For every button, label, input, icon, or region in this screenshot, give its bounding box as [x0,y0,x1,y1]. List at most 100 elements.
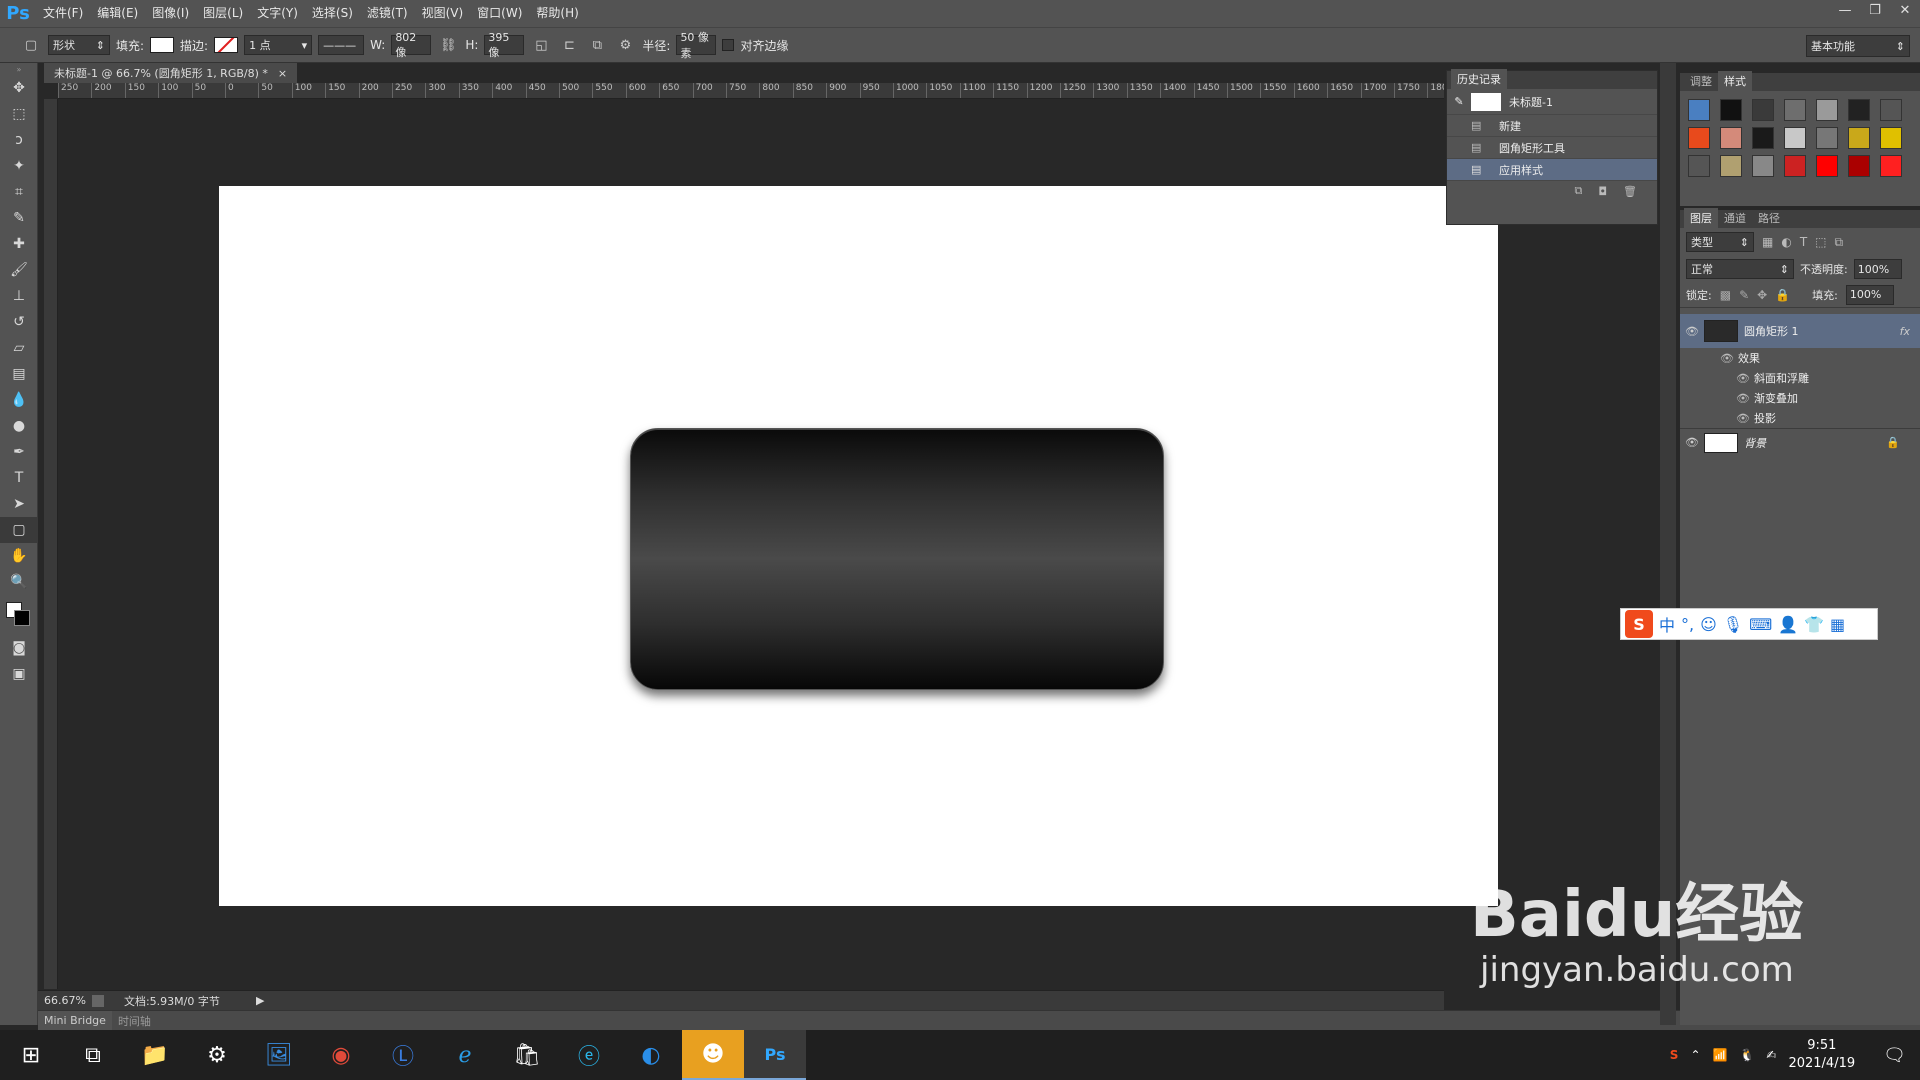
style-swatch[interactable] [1816,99,1838,121]
rounded-rectangle-tool-icon[interactable]: ▢ [0,517,38,543]
chrome-icon[interactable]: ◉ [310,1030,372,1080]
eraser-tool-icon[interactable]: ▱ [0,335,38,361]
sogou-logo-icon[interactable]: S [1625,610,1653,638]
workspace-select[interactable]: 基本功能 ⇕ [1806,35,1910,57]
zoom-tool-icon[interactable]: 🔍 [0,569,38,595]
photoshop-taskbar-icon[interactable]: Ps [744,1030,806,1080]
layer-row-selected[interactable]: 👁 圆角矩形 1 fx [1680,314,1920,348]
style-swatch[interactable] [1880,127,1902,149]
collapse-icon[interactable]: » [0,63,38,75]
effect-eye-icon[interactable]: 👁 [1736,372,1754,385]
emoji-app-icon[interactable]: ☻ [682,1030,744,1080]
hand-tool-icon[interactable]: ✋ [0,543,38,569]
effect-row[interactable]: 👁 投影 [1680,408,1920,428]
style-swatch[interactable] [1720,99,1742,121]
fill-input[interactable]: 100% [1845,284,1894,305]
menu-view[interactable]: 视图(V) [415,0,471,27]
pen-icon[interactable]: ✍ [1766,1048,1776,1062]
type-tool-icon[interactable]: T [0,465,38,491]
style-swatch[interactable] [1688,127,1710,149]
menu-select[interactable]: 选择(S) [305,0,360,27]
chat-app-icon[interactable]: ◐ [620,1030,682,1080]
user-icon[interactable]: 👤 [1778,615,1798,634]
qq-icon[interactable]: 🐧 [1739,1048,1754,1062]
new-document-from-state-icon[interactable]: ⧉ [1574,184,1582,198]
menu-filter[interactable]: 滤镜(T) [360,0,415,27]
path-arrangement-icon[interactable]: ⧉ [586,34,608,56]
browser-l-icon[interactable]: Ⓛ [372,1030,434,1080]
crop-tool-icon[interactable]: ⌗ [0,179,38,205]
path-operations-icon[interactable]: ◱ [530,34,552,56]
close-tab-icon[interactable]: × [278,67,287,80]
path-alignment-icon[interactable]: ⊏ [558,34,580,56]
lasso-tool-icon[interactable]: ↄ [0,127,38,153]
path-selection-tool-icon[interactable]: ➤ [0,491,38,517]
style-swatch[interactable] [1816,155,1838,177]
settings-icon[interactable]: ⚙ [186,1030,248,1080]
document-tab[interactable]: 未标题-1 @ 66.7% (圆角矩形 1, RGB/8) * × [44,63,298,83]
filter-pixel-icon[interactable]: ▦ [1762,235,1773,249]
marquee-tool-icon[interactable]: ⬚ [0,101,38,127]
menu-edit[interactable]: 编辑(E) [90,0,145,27]
gradient-tool-icon[interactable]: ▤ [0,361,38,387]
camera-icon[interactable]: ◘ [1598,185,1607,198]
brush-tool-icon[interactable]: 🖌 [0,257,38,283]
eyedropper-tool-icon[interactable]: ✎ [0,205,38,231]
history-item-selected[interactable]: ▤ 应用样式 [1447,159,1657,181]
style-swatch[interactable] [1848,155,1870,177]
visibility-eye-icon[interactable]: 👁 [1680,325,1704,338]
effects-row[interactable]: 👁 效果 [1680,348,1920,368]
menu-help[interactable]: 帮助(H) [529,0,585,27]
zoom-level[interactable]: 66.67% [38,994,92,1007]
lock-position-icon[interactable]: ✥ [1757,288,1767,302]
fill-swatch[interactable] [150,37,175,53]
tab-styles[interactable]: 样式 [1718,71,1752,91]
pen-tool-icon[interactable]: ✒ [0,439,38,465]
sogou-tray-icon[interactable]: S [1670,1048,1679,1062]
lock-all-icon[interactable]: 🔒 [1775,288,1790,302]
rounded-rectangle-shape[interactable] [630,428,1164,690]
screen-mode-icon[interactable]: ▣ [0,661,38,687]
menu-layer[interactable]: 图层(L) [196,0,250,27]
emoji-icon[interactable]: ☺ [1700,615,1717,634]
opacity-input[interactable]: 100% [1853,259,1902,279]
style-swatch[interactable] [1880,99,1902,121]
height-input[interactable]: 395 像 [484,31,525,59]
internet-explorer-icon[interactable]: ℯ [434,1030,496,1080]
link-icon[interactable]: ⛓ [437,34,459,56]
effect-eye-icon[interactable]: 👁 [1736,392,1754,405]
style-swatch[interactable] [1688,155,1710,177]
menu-type[interactable]: 文字(Y) [250,0,305,27]
store-icon[interactable]: 🛍 [496,1030,558,1080]
task-view-icon[interactable]: ⧉ [62,1030,124,1080]
style-swatch[interactable] [1752,155,1774,177]
clock[interactable]: 9:51 2021/4/19 [1788,1037,1855,1073]
filter-shape-icon[interactable]: ⬚ [1815,235,1826,249]
punctuation-icon[interactable]: °, [1681,615,1694,634]
radius-input[interactable]: 50 像素 [676,31,717,60]
history-item[interactable]: ▤ 圆角矩形工具 [1447,137,1657,159]
menu-file[interactable]: 文件(F) [36,0,90,27]
filter-smart-object-icon[interactable]: ⧉ [1835,235,1844,250]
effect-eye-icon[interactable]: 👁 [1736,412,1754,425]
style-swatch[interactable] [1784,99,1806,121]
lock-image-icon[interactable]: ✎ [1739,288,1749,302]
status-arrow-icon[interactable]: ▶ [256,994,264,1007]
style-swatch[interactable] [1880,155,1902,177]
effect-row[interactable]: 👁 渐变叠加 [1680,388,1920,408]
style-swatch[interactable] [1752,99,1774,121]
tab-history[interactable]: 历史记录 [1451,69,1507,89]
style-swatch[interactable] [1848,127,1870,149]
close-button[interactable]: ✕ [1890,0,1920,20]
history-brush-icon[interactable]: ✎ [1447,95,1471,108]
blur-tool-icon[interactable]: 💧 [0,387,38,413]
gear-icon[interactable]: ⚙ [614,34,636,56]
edge-icon[interactable]: ⓔ [558,1030,620,1080]
file-explorer-icon[interactable]: 📁 [124,1030,186,1080]
grid-menu-icon[interactable]: ▦ [1830,615,1845,634]
stroke-swatch[interactable] [214,37,239,53]
effect-eye-icon[interactable]: 👁 [1720,352,1738,365]
trash-icon[interactable]: 🗑 [1623,185,1637,198]
color-swatches[interactable] [0,595,38,635]
lock-transparent-icon[interactable]: ▩ [1720,288,1731,302]
